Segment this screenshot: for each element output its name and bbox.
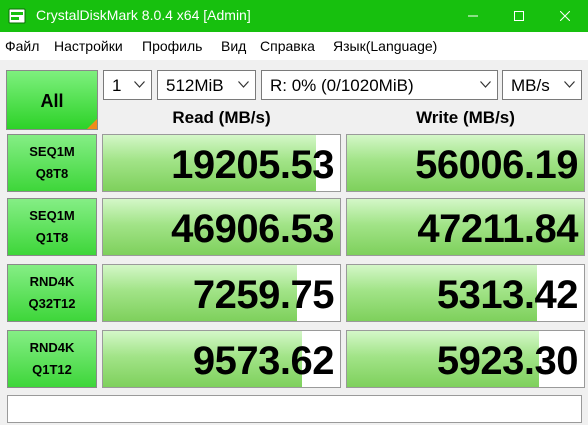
read-result-value: 9573.62 bbox=[192, 339, 335, 383]
menu-help[interactable]: Справка bbox=[260, 38, 315, 54]
menu-view[interactable]: Вид bbox=[221, 38, 246, 54]
test-label-line2: Q8T8 bbox=[35, 166, 69, 181]
test-button-rnd4k-q32t12[interactable]: RND4K Q32T12 bbox=[7, 264, 97, 322]
unit-value: MB/s bbox=[511, 76, 550, 95]
comment-field[interactable] bbox=[7, 395, 582, 423]
size-value: 512MiB bbox=[166, 76, 224, 95]
unit-select[interactable]: MB/s bbox=[502, 70, 582, 100]
menu-profile[interactable]: Профиль bbox=[142, 38, 202, 54]
count-value: 1 bbox=[112, 76, 122, 95]
read-result-value: 19205.53 bbox=[171, 143, 334, 187]
write-result-value: 5923.30 bbox=[436, 339, 579, 383]
chevron-down-icon bbox=[134, 81, 145, 88]
size-select[interactable]: 512MiB bbox=[157, 70, 256, 100]
maximize-button[interactable] bbox=[496, 0, 542, 32]
app-icon bbox=[8, 8, 26, 24]
chevron-down-icon bbox=[564, 81, 575, 88]
drive-value: R: 0% (0/1020MiB) bbox=[270, 76, 414, 95]
test-label-line1: RND4K bbox=[29, 274, 75, 289]
close-icon bbox=[560, 11, 570, 21]
write-column-header: Write (MB/s) bbox=[416, 108, 515, 127]
test-button-rnd4k-q1t12[interactable]: RND4K Q1T12 bbox=[7, 330, 97, 388]
all-button-label: All bbox=[40, 91, 64, 111]
maximize-icon bbox=[514, 11, 524, 21]
read-result-cell: 19205.53 bbox=[102, 134, 341, 192]
menu-settings[interactable]: Настройки bbox=[54, 38, 123, 54]
window-title: CrystalDiskMark 8.0.4 x64 [Admin] bbox=[36, 7, 251, 23]
menu-language[interactable]: Язык(Language) bbox=[333, 38, 437, 54]
test-label-line1: RND4K bbox=[29, 340, 75, 355]
chevron-down-icon bbox=[480, 81, 491, 88]
write-result-value: 5313.42 bbox=[436, 273, 579, 317]
read-result-value: 7259.75 bbox=[192, 273, 335, 317]
read-result-cell: 9573.62 bbox=[102, 330, 341, 388]
write-result-cell: 5923.30 bbox=[346, 330, 585, 388]
test-label-line2: Q32T12 bbox=[28, 296, 76, 311]
chevron-down-icon bbox=[238, 81, 249, 88]
test-button-seq1m-q8t8[interactable]: SEQ1M Q8T8 bbox=[7, 134, 97, 192]
corner-marker bbox=[87, 119, 97, 129]
minimize-button[interactable] bbox=[450, 0, 496, 32]
count-select[interactable]: 1 bbox=[103, 70, 152, 100]
close-button[interactable] bbox=[542, 0, 588, 32]
test-button-seq1m-q1t8[interactable]: SEQ1M Q1T8 bbox=[7, 198, 97, 256]
read-column-header: Read (MB/s) bbox=[172, 108, 271, 127]
all-button[interactable]: All bbox=[6, 70, 98, 130]
drive-select[interactable]: R: 0% (0/1020MiB) bbox=[261, 70, 498, 100]
read-result-value: 46906.53 bbox=[171, 207, 334, 251]
read-result-cell: 7259.75 bbox=[102, 264, 341, 322]
write-result-cell: 56006.19 bbox=[346, 134, 585, 192]
menu-bar: Файл Настройки Профиль Вид Справка Язык(… bbox=[0, 32, 588, 60]
write-result-cell: 5313.42 bbox=[346, 264, 585, 322]
test-label-line1: SEQ1M bbox=[29, 144, 75, 159]
write-result-value: 56006.19 bbox=[415, 143, 578, 187]
minimize-icon bbox=[468, 15, 478, 17]
test-label-line2: Q1T8 bbox=[35, 230, 69, 245]
write-result-value: 47211.84 bbox=[417, 207, 578, 251]
test-label-line1: SEQ1M bbox=[29, 208, 75, 223]
write-result-cell: 47211.84 bbox=[346, 198, 585, 256]
test-label-line2: Q1T12 bbox=[32, 362, 72, 377]
read-result-cell: 46906.53 bbox=[102, 198, 341, 256]
menu-file[interactable]: Файл bbox=[5, 38, 39, 54]
title-bar[interactable]: CrystalDiskMark 8.0.4 x64 [Admin] bbox=[0, 0, 588, 32]
